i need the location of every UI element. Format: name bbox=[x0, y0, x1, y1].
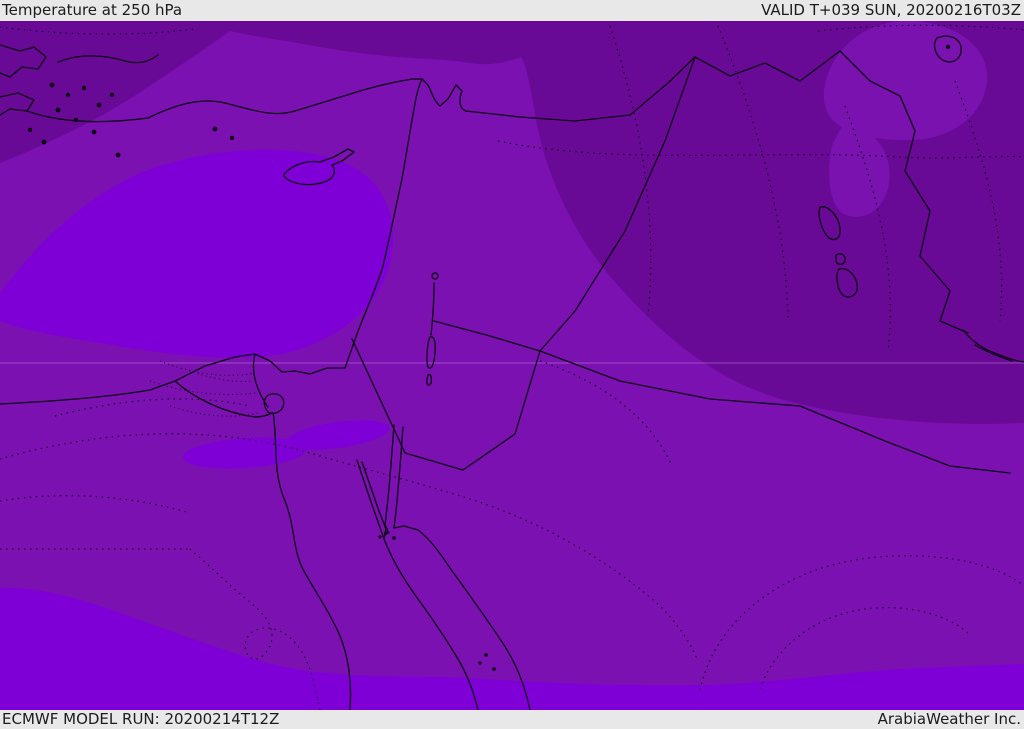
model-run-label: ECMWF MODEL RUN: 20200214T12Z bbox=[2, 710, 280, 728]
footer-bar: ECMWF MODEL RUN: 20200214T12Z ArabiaWeat… bbox=[0, 710, 1024, 729]
header-bar: Temperature at 250 hPa VALID T+039 SUN, … bbox=[0, 0, 1024, 21]
weather-map bbox=[0, 21, 1024, 710]
map-title: Temperature at 250 hPa bbox=[2, 1, 183, 19]
valid-time-label: VALID T+039 SUN, 20200216T03Z bbox=[761, 1, 1021, 19]
credit-label: ArabiaWeather Inc. bbox=[877, 710, 1021, 728]
weather-map-canvas bbox=[0, 21, 1024, 710]
